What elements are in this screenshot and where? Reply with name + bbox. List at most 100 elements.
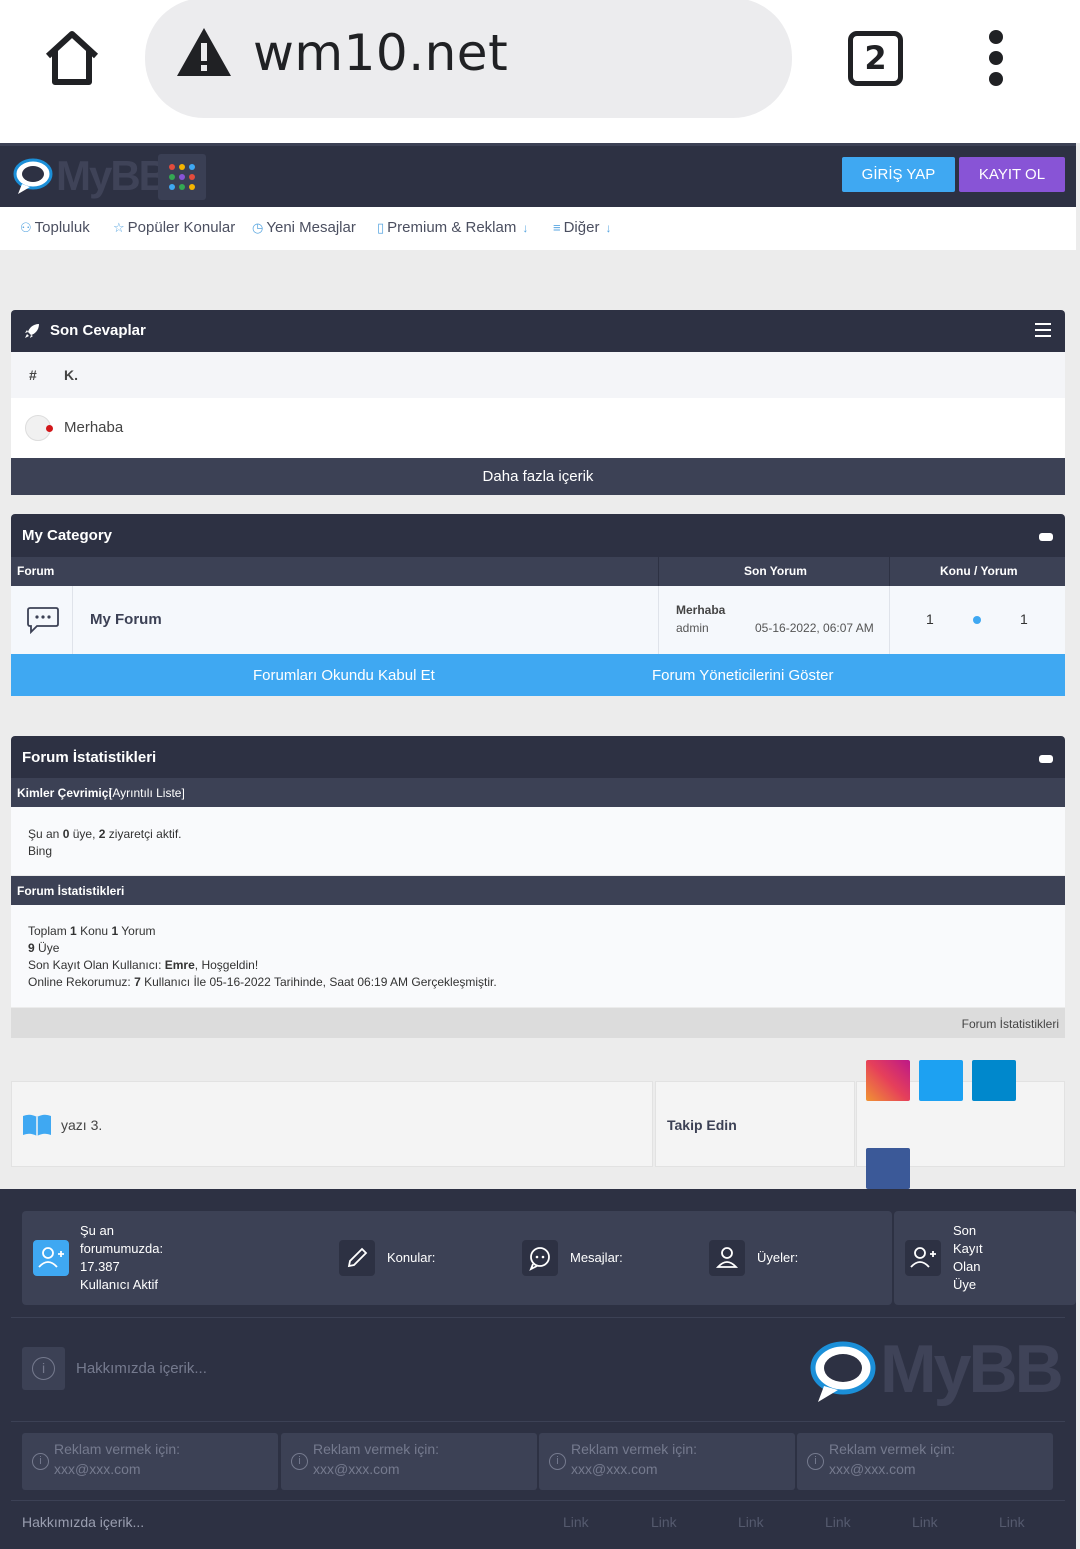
announcement-text: yazı 3. bbox=[61, 1117, 103, 1133]
recent-table-header: # K. bbox=[11, 352, 1065, 398]
footer-link[interactable]: Link bbox=[651, 1514, 677, 1530]
footer-link[interactable]: Link bbox=[999, 1514, 1025, 1530]
col-counts: Konu / Yorum bbox=[940, 564, 1018, 578]
user-icon bbox=[709, 1240, 745, 1276]
facebook-icon[interactable] bbox=[866, 1148, 910, 1189]
logo-bubble-icon bbox=[13, 158, 53, 194]
recent-replies-title: Son Cevaplar bbox=[50, 322, 146, 339]
site-header: MyBB GİRİŞ YAP KAYIT OL bbox=[0, 143, 1076, 207]
nav-item-popular[interactable]: ☆ Popüler Konular bbox=[113, 219, 235, 236]
ad-slot[interactable]: i Reklam vermek için: xxx@xxx.com bbox=[281, 1433, 537, 1490]
url-text[interactable]: wm10.net bbox=[253, 24, 508, 82]
list-icon: ≡ bbox=[553, 220, 561, 235]
instagram-icon[interactable] bbox=[866, 1060, 910, 1101]
footer-link[interactable]: Link bbox=[912, 1514, 938, 1530]
footer-logo-text: MyBB bbox=[880, 1331, 1064, 1407]
pencil-icon bbox=[339, 1240, 375, 1276]
nav-item-new-posts[interactable]: ◷ Yeni Mesajlar bbox=[252, 219, 356, 236]
arrow-down-icon: ↓ bbox=[605, 221, 612, 235]
last-member-card: Son Kayıt Olan Üye bbox=[894, 1211, 1076, 1305]
login-button[interactable]: GİRİŞ YAP bbox=[842, 157, 955, 192]
col-forum: Forum bbox=[17, 564, 55, 578]
category-columns: Forum Son Yorum Konu / Yorum bbox=[11, 557, 1065, 586]
last-member-stat: Son Kayıt Olan Üye bbox=[953, 1223, 983, 1292]
forum-row: My Forum Merhaba admin 05-16-2022, 06:07… bbox=[11, 586, 1065, 654]
rocket-icon bbox=[25, 324, 39, 338]
category-actions-bar: Forumları Okundu Kabul Et Forum Yönetici… bbox=[11, 654, 1065, 696]
follow-box: Takip Edin bbox=[655, 1081, 855, 1167]
stats-header: Forum İstatistikleri bbox=[11, 736, 1065, 778]
mark-read-button[interactable]: Forumları Okundu Kabul Et bbox=[253, 667, 435, 684]
col-last-post: Son Yorum bbox=[744, 564, 807, 578]
posts-stat-label: Mesajlar: bbox=[570, 1250, 623, 1265]
footer-link[interactable]: Link bbox=[563, 1514, 589, 1530]
online-heading: Kimler Çevrimiçi bbox=[17, 786, 112, 800]
address-bar[interactable]: wm10.net bbox=[145, 0, 792, 118]
category-title[interactable]: My Category bbox=[22, 527, 112, 544]
info-icon: i bbox=[291, 1453, 308, 1470]
twitter-icon[interactable] bbox=[919, 1060, 963, 1101]
user-plus-icon bbox=[905, 1240, 941, 1276]
book-icon bbox=[23, 1114, 51, 1136]
menu-icon[interactable] bbox=[1035, 323, 1051, 337]
collapse-toggle-icon[interactable] bbox=[1039, 533, 1053, 541]
main-nav: ⚇ Topluluk ☆ Popüler Konular ◷ Yeni Mesajla… bbox=[0, 207, 1076, 250]
arrow-down-icon: ↓ bbox=[522, 221, 529, 235]
online-bot: Bing bbox=[28, 844, 53, 858]
last-post-title[interactable]: Merhaba bbox=[676, 603, 725, 617]
col-hash: # bbox=[29, 367, 37, 383]
logo-bubble-icon bbox=[810, 1341, 876, 1402]
ad-slot[interactable]: i Reklam vermek için: xxx@xxx.com bbox=[539, 1433, 795, 1490]
bottom-about-text: Hakkımızda içerik... bbox=[22, 1514, 145, 1530]
home-icon[interactable] bbox=[42, 28, 102, 88]
detailed-list-link[interactable]: [Ayrıntılı Liste] bbox=[109, 786, 185, 800]
nav-item-more[interactable]: ≡ Diğer ↓ bbox=[553, 219, 611, 236]
telegram-icon[interactable] bbox=[972, 1060, 1016, 1101]
more-vert-icon[interactable] bbox=[982, 30, 1010, 86]
footer-link[interactable]: Link bbox=[738, 1514, 764, 1530]
more-content-button[interactable]: Daha fazla içerik bbox=[11, 458, 1065, 495]
info-icon: i bbox=[807, 1453, 824, 1470]
category-header: My Category bbox=[11, 514, 1065, 557]
recent-replies-header: Son Cevaplar bbox=[11, 310, 1065, 352]
newest-member-link[interactable]: Emre bbox=[165, 958, 195, 972]
info-icon: i bbox=[32, 1453, 49, 1470]
footer-logo[interactable]: MyBB bbox=[808, 1331, 1064, 1410]
show-moderators-button[interactable]: Forum Yöneticilerini Göster bbox=[652, 667, 833, 684]
nav-item-community[interactable]: ⚇ Topluluk bbox=[20, 219, 90, 236]
stats-subheading: Forum İstatistikleri bbox=[17, 884, 125, 898]
site-logo[interactable]: MyBB bbox=[12, 152, 169, 200]
user-plus-icon bbox=[33, 1240, 69, 1276]
follow-label: Takip Edin bbox=[667, 1117, 737, 1133]
ad-slot[interactable]: i Reklam vermek için: xxx@xxx.com bbox=[22, 1433, 278, 1490]
about-text: Hakkımızda içerik... bbox=[76, 1360, 207, 1377]
members-stat-label: Üyeler: bbox=[757, 1250, 799, 1265]
footer-stats-card: Şu an forumumuzda: 17.387 Kullanıcı Akti… bbox=[22, 1211, 892, 1305]
collapse-toggle-icon[interactable] bbox=[1039, 755, 1053, 763]
forum-chat-icon bbox=[27, 607, 59, 634]
recent-row[interactable]: Merhaba bbox=[11, 398, 1065, 458]
ad-slot[interactable]: i Reklam vermek için: xxx@xxx.com bbox=[797, 1433, 1053, 1490]
stats-subheader: Forum İstatistikleri bbox=[11, 876, 1065, 905]
announcement-box: yazı 3. bbox=[11, 1081, 653, 1167]
topics-stat-label: Konular: bbox=[387, 1250, 436, 1265]
online-subheader: Kimler Çevrimiçi [Ayrıntılı Liste] bbox=[11, 778, 1065, 807]
online-users-stat: Şu an forumumuzda: 17.387 Kullanıcı Akti… bbox=[80, 1223, 164, 1292]
warning-icon[interactable] bbox=[175, 26, 233, 78]
stats-link[interactable]: Forum İstatistikleri bbox=[962, 1017, 1059, 1031]
last-post-date: 05-16-2022, 06:07 AM bbox=[755, 621, 874, 635]
info-icon: i bbox=[549, 1453, 566, 1470]
stats-body: Toplam 1 Konu 1 Yorum 9 Üye Son Kayıt Ol… bbox=[11, 905, 1065, 1007]
tabs-icon[interactable]: 2 bbox=[848, 31, 903, 86]
recent-thread-title[interactable]: Merhaba bbox=[64, 419, 123, 436]
forum-name[interactable]: My Forum bbox=[90, 611, 162, 628]
last-post-user[interactable]: admin bbox=[676, 621, 709, 635]
message-icon bbox=[522, 1240, 558, 1276]
offline-status-icon bbox=[46, 425, 53, 432]
apps-grid-icon[interactable] bbox=[158, 154, 206, 200]
footer-link[interactable]: Link bbox=[825, 1514, 851, 1530]
logo-text: MyBB bbox=[56, 152, 169, 199]
register-button[interactable]: KAYIT OL bbox=[959, 157, 1065, 192]
topic-count: 1 bbox=[926, 611, 934, 627]
nav-item-premium[interactable]: ▯ Premium & Reklam ↓ bbox=[377, 219, 528, 236]
